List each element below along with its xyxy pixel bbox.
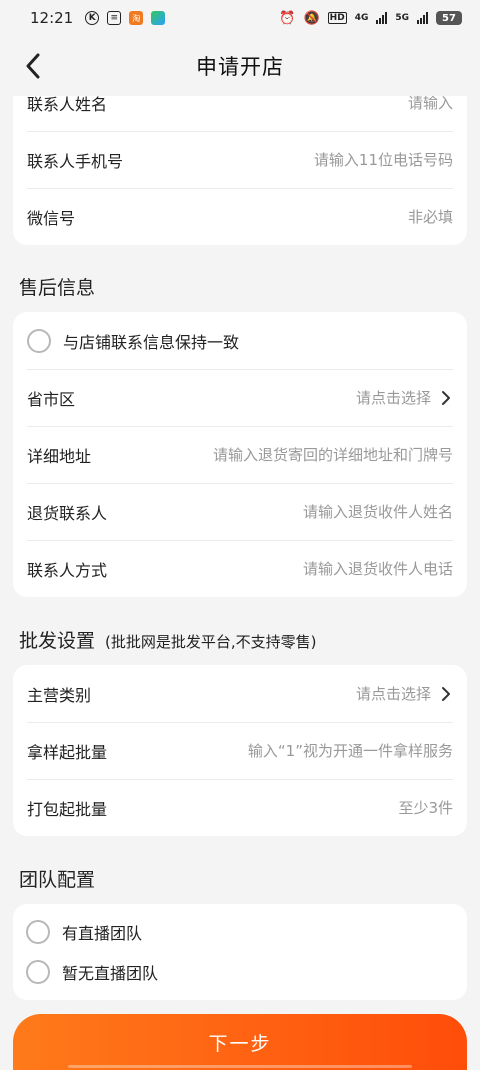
status-bar: 12:21 K ≡ 淘 ⏰ 🔕 HD 4G 5G 57 [0,0,480,36]
return-contact-input[interactable]: 请输入退货收件人姓名 [303,501,453,522]
team-option-has-live[interactable]: 有直播团队 [13,912,467,952]
contact-phone-row[interactable]: 联系人手机号 请输入11位电话号码 [13,131,467,188]
chevron-right-icon [442,390,450,405]
wechat-input[interactable]: 非必填 [408,206,453,227]
contact-phone-input[interactable]: 请输入11位电话号码 [314,149,453,170]
alarm-icon: ⏰ [279,10,296,26]
k-app-icon: K [85,11,100,25]
page-title: 申请开店 [196,55,284,79]
return-contact-label: 退货联系人 [27,503,108,523]
chevron-right-icon [442,686,450,701]
same-as-store-row[interactable]: 与店铺联系信息保持一致 [13,312,467,369]
contact-name-label: 联系人姓名 [27,96,108,114]
address-input[interactable]: 请输入退货寄回的详细地址和门牌号 [213,444,453,465]
wholesale-title: 批发设置 (批批网是批发平台,不支持零售) [19,626,317,653]
contact-method-label: 联系人方式 [27,560,108,580]
return-contact-row[interactable]: 退货联系人 请输入退货收件人姓名 [13,483,467,540]
sample-min-row[interactable]: 拿样起批量 输入“1”视为开通一件拿样服务 [13,722,467,779]
address-row[interactable]: 详细地址 请输入退货寄回的详细地址和门牌号 [13,426,467,483]
wholesale-note: (批批网是批发平台,不支持零售) [105,633,317,651]
same-as-store-radio[interactable] [27,328,51,353]
main-category-label: 主营类别 [27,685,92,705]
contact-method-row[interactable]: 联系人方式 请输入退货收件人电话 [13,540,467,597]
pack-min-label: 打包起批量 [27,799,108,819]
no-live-team-radio[interactable] [26,960,50,984]
pack-min-input[interactable]: 至少3件 [398,797,453,818]
wechat-label: 微信号 [27,208,76,228]
status-left: 12:21 K ≡ 淘 [30,9,166,27]
region-label: 省市区 [27,389,76,409]
mute-icon: 🔕 [303,10,320,26]
after-sales-title: 售后信息 [19,277,96,299]
signal-icon-2 [417,12,428,24]
back-button[interactable] [18,50,48,82]
same-as-store-label: 与店铺联系信息保持一致 [63,332,240,352]
status-time: 12:21 [30,9,74,27]
wholesale-title-text: 批发设置 [19,630,96,652]
4g-label: 4G [354,13,369,23]
main-category-select[interactable]: 请点击选择 [356,683,453,704]
status-right: ⏰ 🔕 HD 4G 5G 57 [279,11,462,26]
main-category-row[interactable]: 主营类别 请点击选择 [13,665,467,722]
video-app-icon [151,11,166,25]
next-step-label: 下一步 [208,1032,272,1055]
has-live-team-radio[interactable] [26,920,50,944]
5g-label: 5G [395,13,409,23]
team-title: 团队配置 [19,869,96,891]
team-card: 有直播团队 暂无直播团队 [13,904,467,1000]
has-live-team-label: 有直播团队 [62,924,143,943]
next-step-button[interactable]: 下一步 [13,1014,467,1070]
sample-min-label: 拿样起批量 [27,742,108,762]
team-option-no-live[interactable]: 暂无直播团队 [13,952,467,992]
contact-name-row[interactable]: 联系人姓名 请输入 [13,96,467,131]
region-row[interactable]: 省市区 请点击选择 [13,369,467,426]
address-label: 详细地址 [27,446,92,466]
storage-icon: ≡ [107,11,122,25]
contact-method-input[interactable]: 请输入退货收件人电话 [303,558,453,579]
form-scroll-area[interactable]: 联系人姓名 请输入 联系人手机号 请输入11位电话号码 微信号 非必填 售后信息… [0,96,480,1070]
sample-min-input[interactable]: 输入“1”视为开通一件拿样服务 [248,740,453,761]
no-live-team-label: 暂无直播团队 [62,964,159,983]
pack-min-row[interactable]: 打包起批量 至少3件 [13,779,467,836]
main-category-placeholder: 请点击选择 [355,685,431,703]
contact-name-input[interactable]: 请输入 [408,96,453,113]
contact-info-card: 联系人姓名 请输入 联系人手机号 请输入11位电话号码 微信号 非必填 [13,96,467,245]
region-placeholder: 请点击选择 [355,389,431,407]
contact-phone-label: 联系人手机号 [27,151,124,171]
region-select[interactable]: 请点击选择 [356,387,453,408]
after-sales-card: 与店铺联系信息保持一致 省市区 请点击选择 详细地址 请输入退货寄回的详细地址和… [13,312,467,597]
hd-label: HD [327,12,347,24]
same-as-store-option[interactable]: 与店铺联系信息保持一致 [27,328,240,353]
nav-bar: 申请开店 [0,36,480,96]
chevron-left-icon [26,53,40,79]
wholesale-card: 主营类别 请点击选择 拿样起批量 输入“1”视为开通一件拿样服务 打包起批量 至… [13,665,467,836]
taobao-icon: 淘 [129,11,144,25]
signal-icon-1 [376,12,388,24]
gesture-bar [68,1065,412,1068]
wechat-row[interactable]: 微信号 非必填 [13,188,467,245]
battery-icon: 57 [436,11,462,25]
